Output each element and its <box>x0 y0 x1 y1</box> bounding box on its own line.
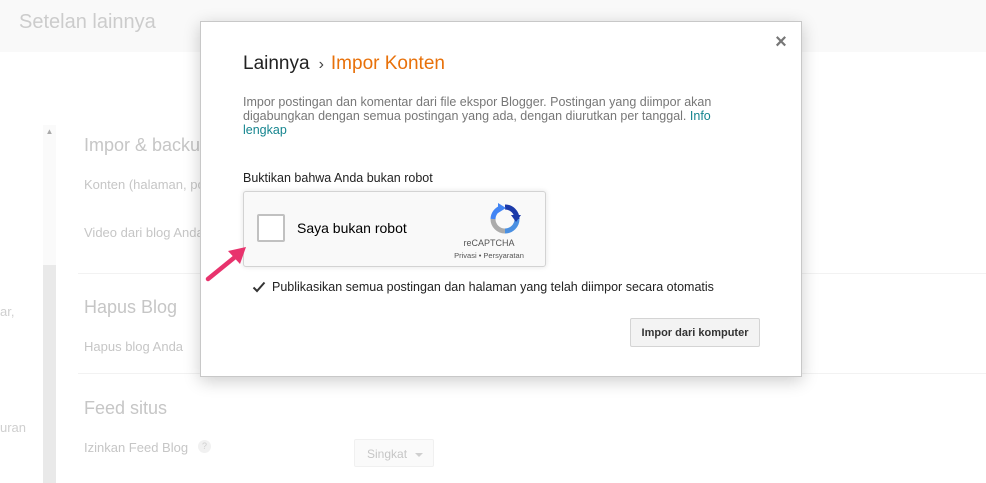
close-icon[interactable]: × <box>773 32 789 52</box>
setting-row-content: Konten (halaman, po <box>84 177 205 192</box>
section-title-delete: Hapus Blog <box>84 297 178 317</box>
description-text: Impor postingan dan komentar dari file e… <box>243 95 712 123</box>
setting-row-video: Video dari blog Anda <box>84 225 204 240</box>
dialog-breadcrumb: Lainnya › Impor Konten <box>243 53 445 75</box>
import-content-dialog: × Lainnya › Impor Konten Impor postingan d… <box>200 21 802 377</box>
section-title-feed: Feed situs <box>84 398 168 418</box>
setting-row-feed: Izinkan Feed Blog <box>84 440 189 455</box>
breadcrumb-current: Impor Konten <box>330 53 445 74</box>
sidebar-text-fragment: ar, <box>0 304 15 319</box>
recaptcha-logo-icon <box>490 203 521 234</box>
sidebar-scrollbar[interactable]: ▲ <box>43 125 56 483</box>
recaptcha-checkbox[interactable] <box>257 214 285 242</box>
sidebar-text-fragment: uran <box>0 420 27 435</box>
recaptcha-links[interactable]: Privasi • Persyaratan <box>444 251 534 260</box>
page-title: Setelan lainnya <box>19 11 156 33</box>
breadcrumb-root: Lainnya <box>243 53 310 74</box>
feed-select[interactable]: Singkat <box>354 439 434 467</box>
recaptcha-widget: Saya bukan robot reCAPTCHA Privasi • Per… <box>243 191 546 267</box>
feed-select-value: Singkat <box>367 447 408 461</box>
help-icon[interactable]: ? <box>198 440 211 453</box>
chevron-up-icon[interactable]: ▲ <box>43 125 56 138</box>
recaptcha-brand: reCAPTCHA <box>463 238 515 248</box>
setting-row-delete: Hapus blog Anda <box>84 339 184 354</box>
scrollbar-thumb[interactable] <box>43 265 56 483</box>
section-title-import: Impor & backu <box>84 135 201 155</box>
auto-publish-label[interactable]: Publikasikan semua postingan dan halaman… <box>272 280 714 294</box>
recaptcha-label: Saya bukan robot <box>297 220 407 236</box>
chevron-down-icon <box>415 453 423 457</box>
breadcrumb-separator: › <box>318 56 324 73</box>
robot-verification-label: Buktikan bahwa Anda bukan robot <box>243 171 433 185</box>
dialog-description: Impor postingan dan komentar dari file e… <box>243 95 753 137</box>
import-from-computer-button[interactable]: Impor dari komputer <box>630 318 760 347</box>
annotation-arrow-icon <box>205 247 246 282</box>
